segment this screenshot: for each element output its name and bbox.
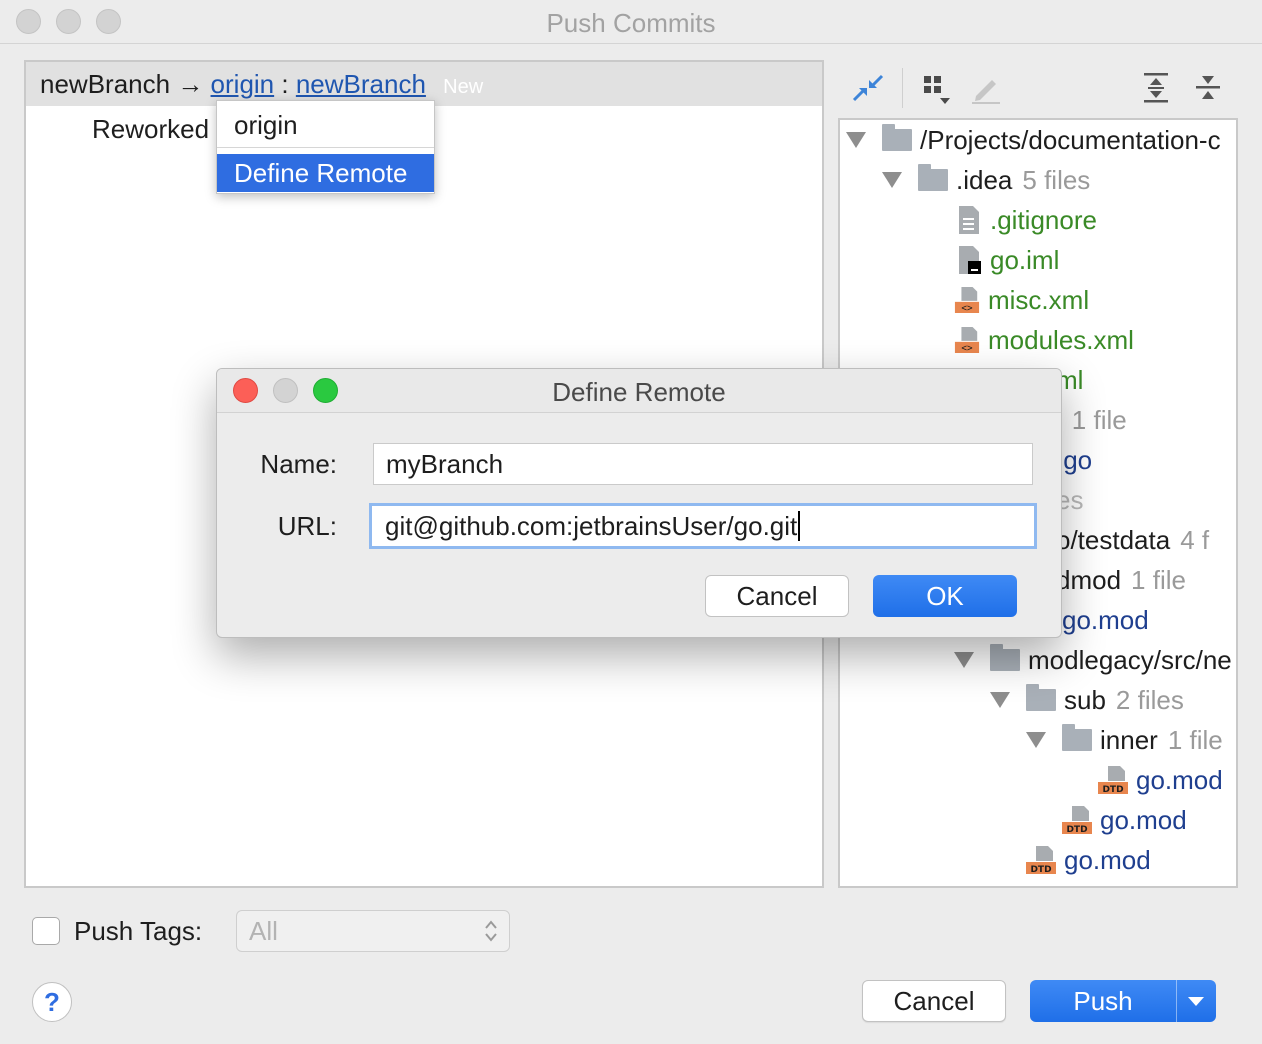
dtd-file-icon: DTD (1098, 766, 1128, 795)
push-button-label: Push (1073, 986, 1133, 1016)
tree-row-go-mod-1[interactable]: go.mod (1062, 600, 1149, 640)
commit-text-left: Reworked (92, 114, 210, 144)
tree-row-sub[interactable]: sub 2 files (990, 680, 1184, 720)
tree-row-modlegacy[interactable]: modlegacy/src/ne (954, 640, 1232, 680)
expand-triangle-icon[interactable] (954, 652, 974, 669)
tags-select-value: All (249, 916, 278, 946)
folder-icon (990, 644, 1020, 672)
dialog-title: Define Remote (552, 377, 726, 407)
xml-badge: <> (961, 343, 973, 354)
tree-row-partial-testdata[interactable]: o/testdata 4 f (1056, 520, 1209, 560)
dtd-file-icon: DTD (1062, 806, 1092, 835)
expand-all-icon[interactable] (1138, 70, 1174, 106)
name-input[interactable]: myBranch (373, 443, 1033, 485)
popup-separator (217, 147, 434, 148)
xml-badge: <> (961, 303, 973, 314)
cancel-button[interactable]: Cancel (862, 980, 1006, 1022)
branch-separator: : (281, 69, 289, 99)
push-button[interactable]: Push (1030, 980, 1216, 1022)
push-split-divider (1176, 980, 1177, 1022)
push-dropdown-arrow-icon[interactable] (1188, 997, 1204, 1006)
xml-file-icon: <> (954, 327, 980, 354)
remote-branch-link[interactable]: newBranch (296, 69, 426, 99)
popup-item-origin[interactable]: origin (217, 105, 434, 145)
help-button[interactable]: ? (32, 982, 72, 1022)
dialog-titlebar: Define Remote (217, 369, 1061, 413)
xml-file-icon: <> (954, 287, 980, 314)
expand-triangle-icon[interactable] (990, 692, 1010, 709)
text-caret (798, 511, 801, 542)
tree-row-go-mod-modlegacy[interactable]: DTD go.mod (1026, 840, 1151, 880)
remote-link[interactable]: origin (211, 69, 275, 99)
tree-row-go-mod-sub[interactable]: DTD go.mod (1062, 800, 1187, 840)
toolbar-separator (902, 68, 903, 108)
edit-pencil-icon[interactable] (968, 70, 1004, 106)
tree-row-inner[interactable]: inner 1 file (1026, 720, 1223, 760)
folder-icon (1062, 724, 1092, 752)
url-label: URL: (277, 511, 337, 541)
tags-select[interactable]: All (236, 910, 510, 952)
folder-icon (1026, 684, 1056, 712)
text-file-icon (959, 206, 979, 235)
tree-row-idea[interactable]: .idea 5 files (882, 160, 1090, 200)
iml-file-icon (959, 246, 981, 275)
tree-row-misc-xml[interactable]: <> misc.xml (954, 280, 1089, 320)
dialog-cancel-button[interactable]: Cancel (705, 575, 849, 617)
tree-row-root[interactable]: /Projects/documentation-c (846, 120, 1221, 160)
dtd-badge: DTD (1030, 865, 1051, 875)
tree-row-partial-folder[interactable]: l1 file (1056, 400, 1127, 440)
dialog-ok-button[interactable]: OK (873, 575, 1017, 617)
url-input[interactable]: git@github.com:jetbrainsUser/go.git (369, 503, 1037, 549)
arrow-icon: → (177, 69, 204, 99)
tree-row-gitignore[interactable]: .gitignore (956, 200, 1097, 240)
dtd-file-icon: DTD (1026, 846, 1056, 875)
window-title: Push Commits (546, 8, 716, 38)
tree-row-go-mod-inner[interactable]: DTD go.mod (1098, 760, 1223, 800)
expand-triangle-icon[interactable] (846, 132, 866, 149)
window-titlebar: Push Commits (0, 0, 1262, 44)
tree-row-partial-dmod[interactable]: dmod 1 file (1056, 560, 1186, 600)
collapse-all-icon[interactable] (1190, 70, 1226, 106)
remote-popup: origin Define Remote (216, 100, 435, 194)
folder-icon (918, 164, 948, 192)
push-tags-checkbox[interactable] (32, 917, 60, 945)
collapse-arrows-icon[interactable] (850, 70, 886, 106)
popup-item-define-remote[interactable]: Define Remote (217, 154, 434, 192)
name-label: Name: (260, 449, 337, 479)
define-remote-dialog: Define Remote Name: myBranch URL: git@gi… (216, 368, 1062, 638)
new-badge: New (443, 76, 484, 98)
dtd-badge: DTD (1102, 785, 1123, 795)
updown-chevron-icon (485, 920, 497, 942)
group-by-icon[interactable] (920, 70, 956, 106)
tree-row-go-iml[interactable]: go.iml (956, 240, 1059, 280)
url-input-value: git@github.com:jetbrainsUser/go.git (385, 511, 798, 541)
expand-triangle-icon[interactable] (1026, 732, 1046, 749)
push-tags-label: Push Tags: (74, 916, 203, 946)
tree-row-modules-xml[interactable]: <> modules.xml (954, 320, 1134, 360)
dtd-badge: DTD (1066, 825, 1087, 835)
expand-triangle-icon[interactable] (882, 172, 902, 189)
folder-icon (882, 124, 912, 152)
local-branch: newBranch (40, 69, 171, 99)
